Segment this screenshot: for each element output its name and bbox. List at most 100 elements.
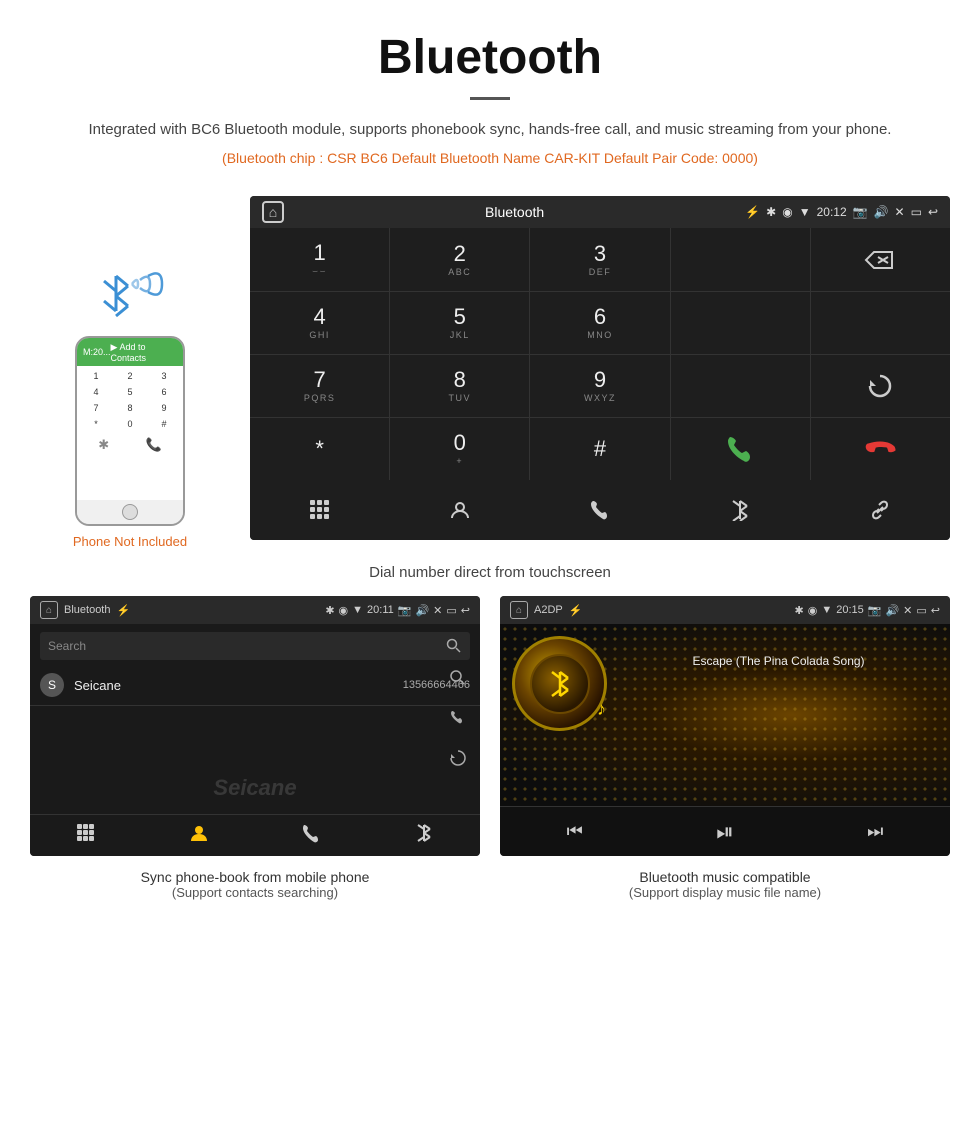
camera-icon: 📷 bbox=[853, 205, 868, 219]
music-close-icon[interactable]: ✕ bbox=[903, 604, 912, 617]
pb-location-icon: ◉ bbox=[339, 604, 349, 617]
pb-time: 20:11 bbox=[367, 604, 394, 616]
pb-vol-icon: 🔊 bbox=[415, 604, 429, 617]
dial-key-5[interactable]: 5 JKL bbox=[390, 292, 529, 354]
volume-icon: 🔊 bbox=[874, 205, 889, 219]
end-call-icon bbox=[864, 433, 896, 465]
phone-key-5: 5 bbox=[114, 385, 146, 399]
music-back-icon[interactable]: ↩ bbox=[931, 604, 940, 617]
prev-icon[interactable]: ⏮ bbox=[567, 821, 583, 842]
music-caption-sub: (Support display music file name) bbox=[500, 885, 950, 900]
refresh-icon bbox=[866, 372, 894, 400]
dial-key-1[interactable]: 1 ⌣⌣ bbox=[250, 228, 389, 291]
pb-nav-grid[interactable] bbox=[76, 823, 96, 848]
bluetooth-status-icon: ✱ bbox=[766, 205, 776, 219]
phone-key-1: 1 bbox=[80, 369, 112, 383]
music-status-bar: ⌂ A2DP ⚡ ✱ ◉ ▼ 20:15 📷 🔊 ✕ ▭ ↩ bbox=[500, 596, 950, 624]
bluetooth-music-icon bbox=[546, 670, 574, 698]
page-title: Bluetooth bbox=[60, 30, 920, 85]
contact-name: Seicane bbox=[74, 678, 403, 693]
home-icon[interactable] bbox=[262, 201, 284, 223]
phonebook-caption-sub: (Support contacts searching) bbox=[30, 885, 480, 900]
play-pause-icon[interactable]: ⏯ bbox=[716, 819, 734, 845]
phone-mockup: M:20... ▶ Add to Contacts 1 2 3 4 5 6 7 … bbox=[75, 336, 185, 526]
phonebook-bottom-nav bbox=[30, 814, 480, 856]
pb-nav-bluetooth[interactable] bbox=[414, 823, 434, 848]
search-bar: Search bbox=[40, 632, 470, 660]
contacts-icon[interactable] bbox=[440, 490, 480, 530]
dial-key-4[interactable]: 4 GHI bbox=[250, 292, 389, 354]
contact-row[interactable]: S Seicane 13566664466 bbox=[30, 665, 480, 706]
refresh-right-icon[interactable] bbox=[442, 742, 474, 774]
main-content-row: M:20... ▶ Add to Contacts 1 2 3 4 5 6 7 … bbox=[0, 186, 980, 554]
dial-empty-4 bbox=[671, 355, 810, 417]
back-icon[interactable]: ↩ bbox=[928, 205, 938, 219]
search-right-icon[interactable] bbox=[442, 662, 474, 694]
search-placeholder: Search bbox=[48, 639, 462, 653]
dial-key-0[interactable]: 0 + bbox=[390, 418, 529, 480]
contact-avatar: S bbox=[40, 673, 64, 697]
dial-status-bar: Bluetooth ⚡ ✱ ◉ ▼ 20:12 📷 🔊 ✕ ▭ ↩ bbox=[250, 196, 950, 228]
phonebook-caption-main: Sync phone-book from mobile phone bbox=[30, 869, 480, 885]
dial-key-backspace[interactable] bbox=[811, 228, 950, 291]
header-section: Bluetooth Integrated with BC6 Bluetooth … bbox=[0, 0, 980, 186]
window-icon[interactable]: ▭ bbox=[911, 205, 922, 219]
pb-window-icon[interactable]: ▭ bbox=[446, 604, 456, 617]
music-note: ♪ bbox=[597, 699, 606, 720]
search-icon[interactable] bbox=[446, 638, 462, 654]
pb-back-icon[interactable]: ↩ bbox=[461, 604, 470, 617]
bluetooth-nav-icon[interactable] bbox=[720, 490, 760, 530]
music-home-icon[interactable]: ⌂ bbox=[510, 601, 528, 619]
dial-key-2[interactable]: 2 ABC bbox=[390, 228, 529, 291]
phone-key-8: 8 bbox=[114, 401, 146, 415]
link-icon[interactable] bbox=[860, 490, 900, 530]
call-right-icon[interactable] bbox=[442, 702, 474, 734]
music-screenshot: ⌂ A2DP ⚡ ✱ ◉ ▼ 20:15 📷 🔊 ✕ ▭ ↩ bbox=[500, 596, 950, 856]
phone-icon[interactable] bbox=[580, 490, 620, 530]
right-action-icons bbox=[436, 656, 480, 780]
bottom-caption-phonebook: Sync phone-book from mobile phone (Suppo… bbox=[30, 869, 480, 900]
pb-usb-icon: ⚡ bbox=[116, 604, 130, 617]
phone-key-0: 0 bbox=[114, 417, 146, 431]
music-caption-main: Bluetooth music compatible bbox=[500, 869, 950, 885]
close-icon[interactable]: ✕ bbox=[895, 205, 905, 219]
dial-key-8[interactable]: 8 TUV bbox=[390, 355, 529, 417]
pb-nav-phone[interactable] bbox=[301, 823, 321, 848]
dial-key-end-call[interactable] bbox=[811, 418, 950, 480]
dialpad-icon[interactable] bbox=[300, 490, 340, 530]
dial-key-6[interactable]: 6 MNO bbox=[530, 292, 669, 354]
music-vol-icon: 🔊 bbox=[885, 604, 899, 617]
pb-home-icon[interactable]: ⌂ bbox=[40, 601, 58, 619]
music-app-name: A2DP bbox=[534, 604, 563, 616]
dial-key-call[interactable] bbox=[671, 418, 810, 480]
music-window-icon[interactable]: ▭ bbox=[916, 604, 926, 617]
status-right: ⚡ ✱ ◉ ▼ 20:12 📷 🔊 ✕ ▭ ↩ bbox=[745, 205, 938, 219]
dial-key-9[interactable]: 9 WXYZ bbox=[530, 355, 669, 417]
phone-key-7: 7 bbox=[80, 401, 112, 415]
pb-nav-person[interactable] bbox=[189, 823, 209, 848]
phone-key-4: 4 bbox=[80, 385, 112, 399]
dial-key-refresh[interactable] bbox=[811, 355, 950, 417]
dial-key-star[interactable]: * bbox=[250, 418, 389, 480]
dial-empty-1 bbox=[671, 228, 810, 291]
phone-key-9: 9 bbox=[148, 401, 180, 415]
dial-key-3[interactable]: 3 DEF bbox=[530, 228, 669, 291]
song-title: Escape (The Pina Colada Song) bbox=[615, 654, 942, 668]
pb-close-icon[interactable]: ✕ bbox=[433, 604, 442, 617]
status-app-name: Bluetooth bbox=[485, 204, 544, 220]
next-icon[interactable]: ⏭ bbox=[867, 821, 883, 842]
usb-icon: ⚡ bbox=[745, 205, 760, 219]
pb-camera-icon: 📷 bbox=[398, 604, 412, 617]
status-left bbox=[262, 201, 284, 223]
dial-screen: Bluetooth ⚡ ✱ ◉ ▼ 20:12 📷 🔊 ✕ ▭ ↩ bbox=[250, 196, 950, 540]
bottom-caption-music: Bluetooth music compatible (Support disp… bbox=[500, 869, 950, 900]
title-divider bbox=[470, 97, 510, 100]
pb-bt-icon: ✱ bbox=[325, 604, 334, 617]
phone-key-2: 2 bbox=[114, 369, 146, 383]
dial-key-hash[interactable]: # bbox=[530, 418, 669, 480]
dial-empty-2 bbox=[671, 292, 810, 354]
phonebook-screenshot: ⌂ Bluetooth ⚡ ✱ ◉ ▼ 20:11 📷 🔊 ✕ ▭ ↩ Sear… bbox=[30, 596, 480, 856]
pb-wifi-icon: ▼ bbox=[352, 604, 363, 616]
dial-key-7[interactable]: 7 PQRS bbox=[250, 355, 389, 417]
phone-key-3: 3 bbox=[148, 369, 180, 383]
